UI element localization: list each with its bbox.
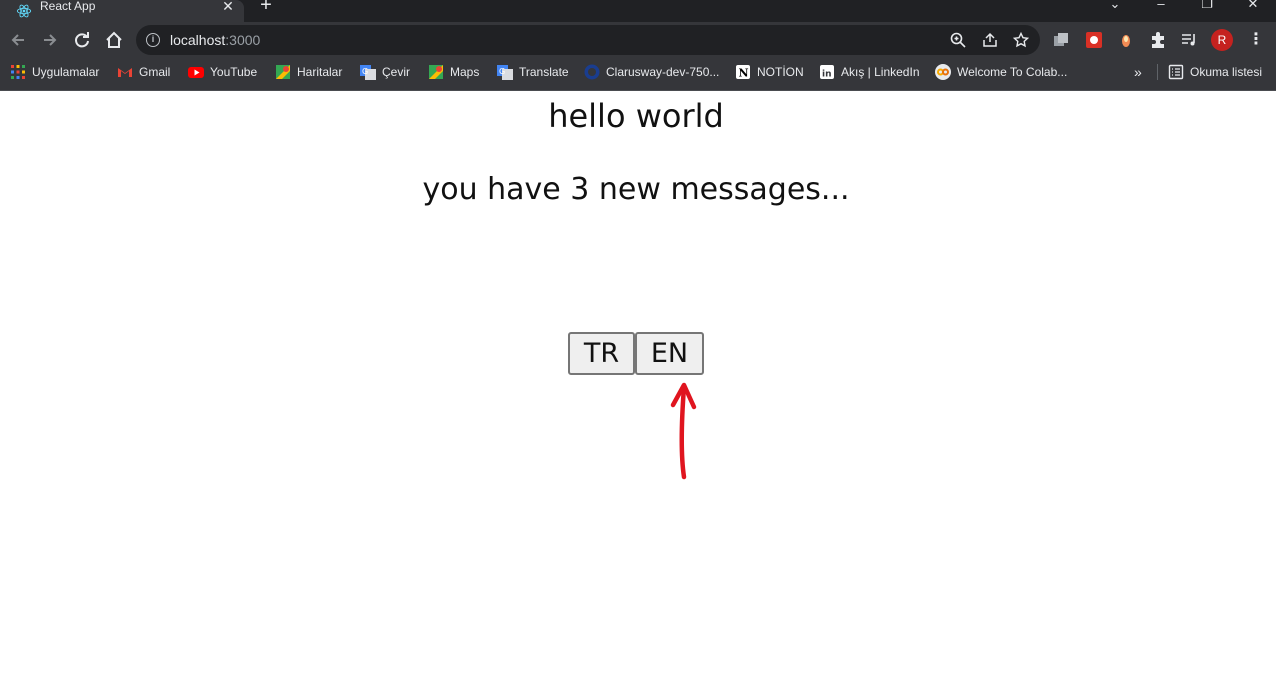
share-icon[interactable] bbox=[982, 32, 998, 48]
url-host: localhost bbox=[170, 32, 226, 48]
bookmarks-overflow-icon[interactable]: » bbox=[1134, 64, 1142, 80]
bookmark-clarusway[interactable]: Clarusway-dev-750... bbox=[584, 58, 719, 86]
bookmark-linkedin[interactable]: in Akış | LinkedIn bbox=[819, 58, 920, 86]
bookmark-label: Haritalar bbox=[297, 65, 343, 79]
react-logo-icon bbox=[16, 4, 32, 18]
bookmark-apps[interactable]: Uygulamalar bbox=[10, 58, 99, 86]
media-controls-icon[interactable] bbox=[1180, 31, 1198, 49]
translate-icon: G bbox=[360, 65, 376, 80]
browser-menu-icon[interactable]: ⋮ bbox=[1248, 31, 1264, 49]
reload-button[interactable] bbox=[70, 28, 94, 52]
maps-icon bbox=[276, 65, 290, 79]
bookmark-label: Maps bbox=[450, 65, 480, 79]
svg-text:N: N bbox=[739, 67, 749, 80]
browser-toolbar: i localhost:3000 R ⋮ bbox=[0, 22, 1276, 58]
tab-strip: React App ✕ + ⌄ – ❐ ✕ bbox=[0, 0, 1276, 22]
tab-groups-extension-icon[interactable] bbox=[1052, 31, 1070, 49]
bookmark-label: Çevir bbox=[382, 65, 411, 79]
reading-list-label: Okuma listesi bbox=[1190, 65, 1263, 79]
reload-icon bbox=[75, 32, 89, 48]
back-button[interactable] bbox=[6, 28, 30, 52]
clarusway-icon bbox=[584, 64, 600, 80]
bookmark-haritalar[interactable]: Haritalar bbox=[275, 58, 342, 86]
bookmark-label: Translate bbox=[519, 65, 569, 79]
colab-icon bbox=[935, 64, 951, 80]
bookmark-label: Akış | LinkedIn bbox=[841, 65, 920, 79]
bookmark-notion[interactable]: N NOTİON bbox=[735, 58, 804, 86]
screen-capture-extension-icon[interactable] bbox=[1085, 31, 1103, 49]
arrow-left-icon bbox=[11, 34, 24, 46]
home-icon bbox=[106, 31, 122, 48]
en-language-button[interactable]: EN bbox=[635, 332, 704, 375]
youtube-icon bbox=[188, 67, 204, 78]
extension-orange-icon[interactable] bbox=[1117, 31, 1135, 49]
bookmark-label: Gmail bbox=[139, 65, 171, 79]
apps-grid-icon bbox=[11, 65, 25, 79]
reading-list-button[interactable]: Okuma listesi bbox=[1168, 58, 1262, 86]
svg-text:G: G bbox=[362, 67, 368, 76]
address-bar[interactable]: i localhost:3000 bbox=[136, 25, 1040, 55]
bookmark-label: NOTİON bbox=[757, 65, 804, 79]
forward-button[interactable] bbox=[38, 28, 62, 52]
bookmarks-bar: Uygulamalar Gmail YouTube Haritalar G Çe… bbox=[0, 58, 1276, 91]
profile-avatar[interactable]: R bbox=[1211, 29, 1233, 51]
svg-text:G: G bbox=[499, 67, 505, 76]
tr-language-button[interactable]: TR bbox=[568, 332, 635, 375]
notion-icon: N bbox=[736, 65, 750, 80]
svg-text:in: in bbox=[822, 70, 832, 80]
home-button[interactable] bbox=[102, 28, 126, 52]
url-port: :3000 bbox=[225, 32, 261, 48]
bookmark-star-icon[interactable] bbox=[1013, 32, 1029, 48]
restore-icon[interactable]: ❐ bbox=[1197, 0, 1217, 12]
gmail-icon bbox=[118, 68, 132, 77]
arrow-right-icon bbox=[44, 34, 57, 46]
tab-title: React App bbox=[40, 0, 96, 13]
minimize-icon[interactable]: – bbox=[1151, 0, 1171, 12]
new-tab-button[interactable]: + bbox=[255, 0, 277, 15]
zoom-icon[interactable] bbox=[950, 32, 966, 48]
maps-icon bbox=[429, 65, 443, 79]
translate-icon: G bbox=[497, 65, 513, 80]
url-text[interactable]: localhost:3000 bbox=[170, 32, 260, 48]
bookmark-label: Uygulamalar bbox=[32, 65, 100, 79]
page-heading: hello world bbox=[548, 97, 724, 135]
annotation-arrow-icon bbox=[670, 382, 697, 480]
site-info-icon[interactable]: i bbox=[146, 33, 160, 47]
bookmark-label: Welcome To Colab... bbox=[957, 65, 1068, 79]
bookmark-label: YouTube bbox=[210, 65, 258, 79]
bookmark-maps[interactable]: Maps bbox=[428, 58, 479, 86]
browser-tab[interactable]: React App ✕ bbox=[0, 0, 244, 22]
window-close-icon[interactable]: ✕ bbox=[1243, 0, 1263, 12]
bookmark-gmail[interactable]: Gmail bbox=[117, 58, 170, 86]
message-count-text: you have 3 new messages... bbox=[422, 172, 850, 207]
bookmark-youtube[interactable]: YouTube bbox=[188, 58, 257, 86]
tab-close-icon[interactable]: ✕ bbox=[219, 0, 237, 14]
bookmark-translate[interactable]: G Translate bbox=[497, 58, 569, 86]
bookmarks-divider bbox=[1157, 64, 1158, 80]
page-viewport: hello world you have 3 new messages... T… bbox=[0, 91, 1276, 682]
linkedin-icon: in bbox=[820, 65, 834, 80]
bookmark-cevir[interactable]: G Çevir bbox=[360, 58, 410, 86]
bookmark-colab[interactable]: Welcome To Colab... bbox=[935, 58, 1067, 86]
extensions-puzzle-icon[interactable] bbox=[1149, 31, 1167, 49]
tab-search-icon[interactable]: ⌄ bbox=[1105, 0, 1125, 12]
bookmark-label: Clarusway-dev-750... bbox=[606, 65, 720, 79]
reading-list-icon bbox=[1168, 64, 1184, 80]
